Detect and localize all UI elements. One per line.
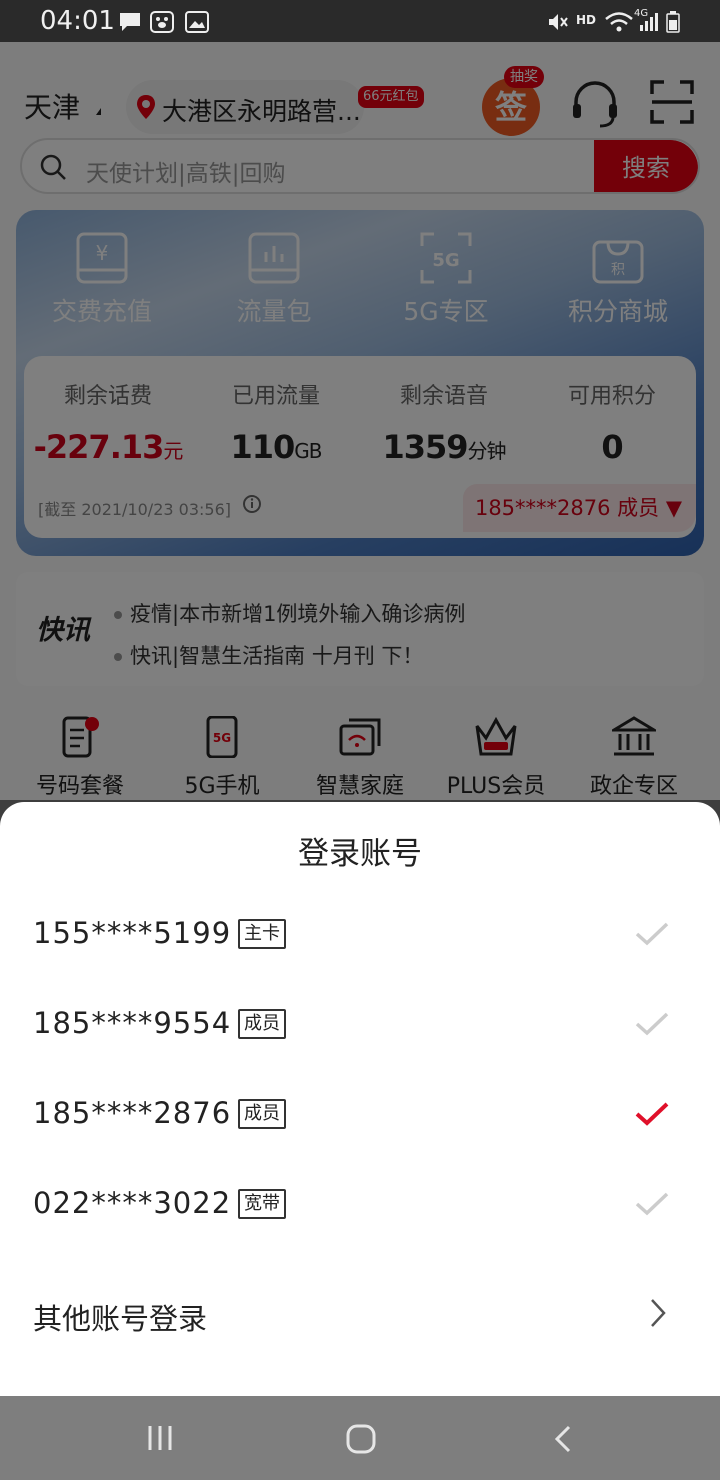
account-tag: 成员 — [238, 1099, 286, 1129]
chevron-right-icon — [651, 1299, 666, 1327]
other-login-label: 其他账号登录 — [33, 1302, 208, 1336]
status-time: 04:01 — [40, 6, 115, 36]
account-tag: 成员 — [238, 1009, 286, 1039]
wifi-icon — [605, 12, 633, 32]
account-number: 155****5199 — [33, 916, 232, 950]
mute-icon — [549, 14, 568, 30]
account-tag: 宽带 — [238, 1189, 286, 1219]
baidu-paw-icon — [150, 11, 174, 33]
status-bar: 04:01 HD 4G — [0, 0, 720, 42]
account-row[interactable]: 185****9554 成员 — [0, 986, 720, 1076]
sheet-title: 登录账号 — [298, 836, 422, 872]
image-icon — [185, 11, 209, 33]
recents-icon[interactable] — [146, 1424, 174, 1452]
message-icon — [120, 13, 140, 31]
account-tag: 主卡 — [238, 919, 286, 949]
account-number: 185****2876 — [33, 1096, 232, 1130]
check-icon — [635, 1192, 669, 1216]
signal-icon — [640, 13, 658, 31]
account-row[interactable]: 022****3022 宽带 — [0, 1166, 720, 1256]
account-row[interactable]: 155****5199 主卡 — [0, 896, 720, 986]
back-icon[interactable] — [552, 1424, 574, 1454]
hd-indicator: HD — [576, 13, 597, 27]
account-number: 185****9554 — [33, 1006, 232, 1040]
account-row-selected[interactable]: 185****2876 成员 — [0, 1076, 720, 1166]
other-account-login[interactable]: 其他账号登录 — [0, 1272, 720, 1362]
account-number: 022****3022 — [33, 1186, 232, 1220]
check-icon-selected — [635, 1102, 669, 1126]
battery-icon — [666, 11, 680, 33]
check-icon — [635, 922, 669, 946]
account-sheet: 登录账号 155****5199 主卡 185****9554 成员 185**… — [0, 802, 720, 1396]
home-icon[interactable] — [345, 1424, 377, 1454]
system-nav-bar — [0, 1396, 720, 1480]
check-icon — [635, 1012, 669, 1036]
